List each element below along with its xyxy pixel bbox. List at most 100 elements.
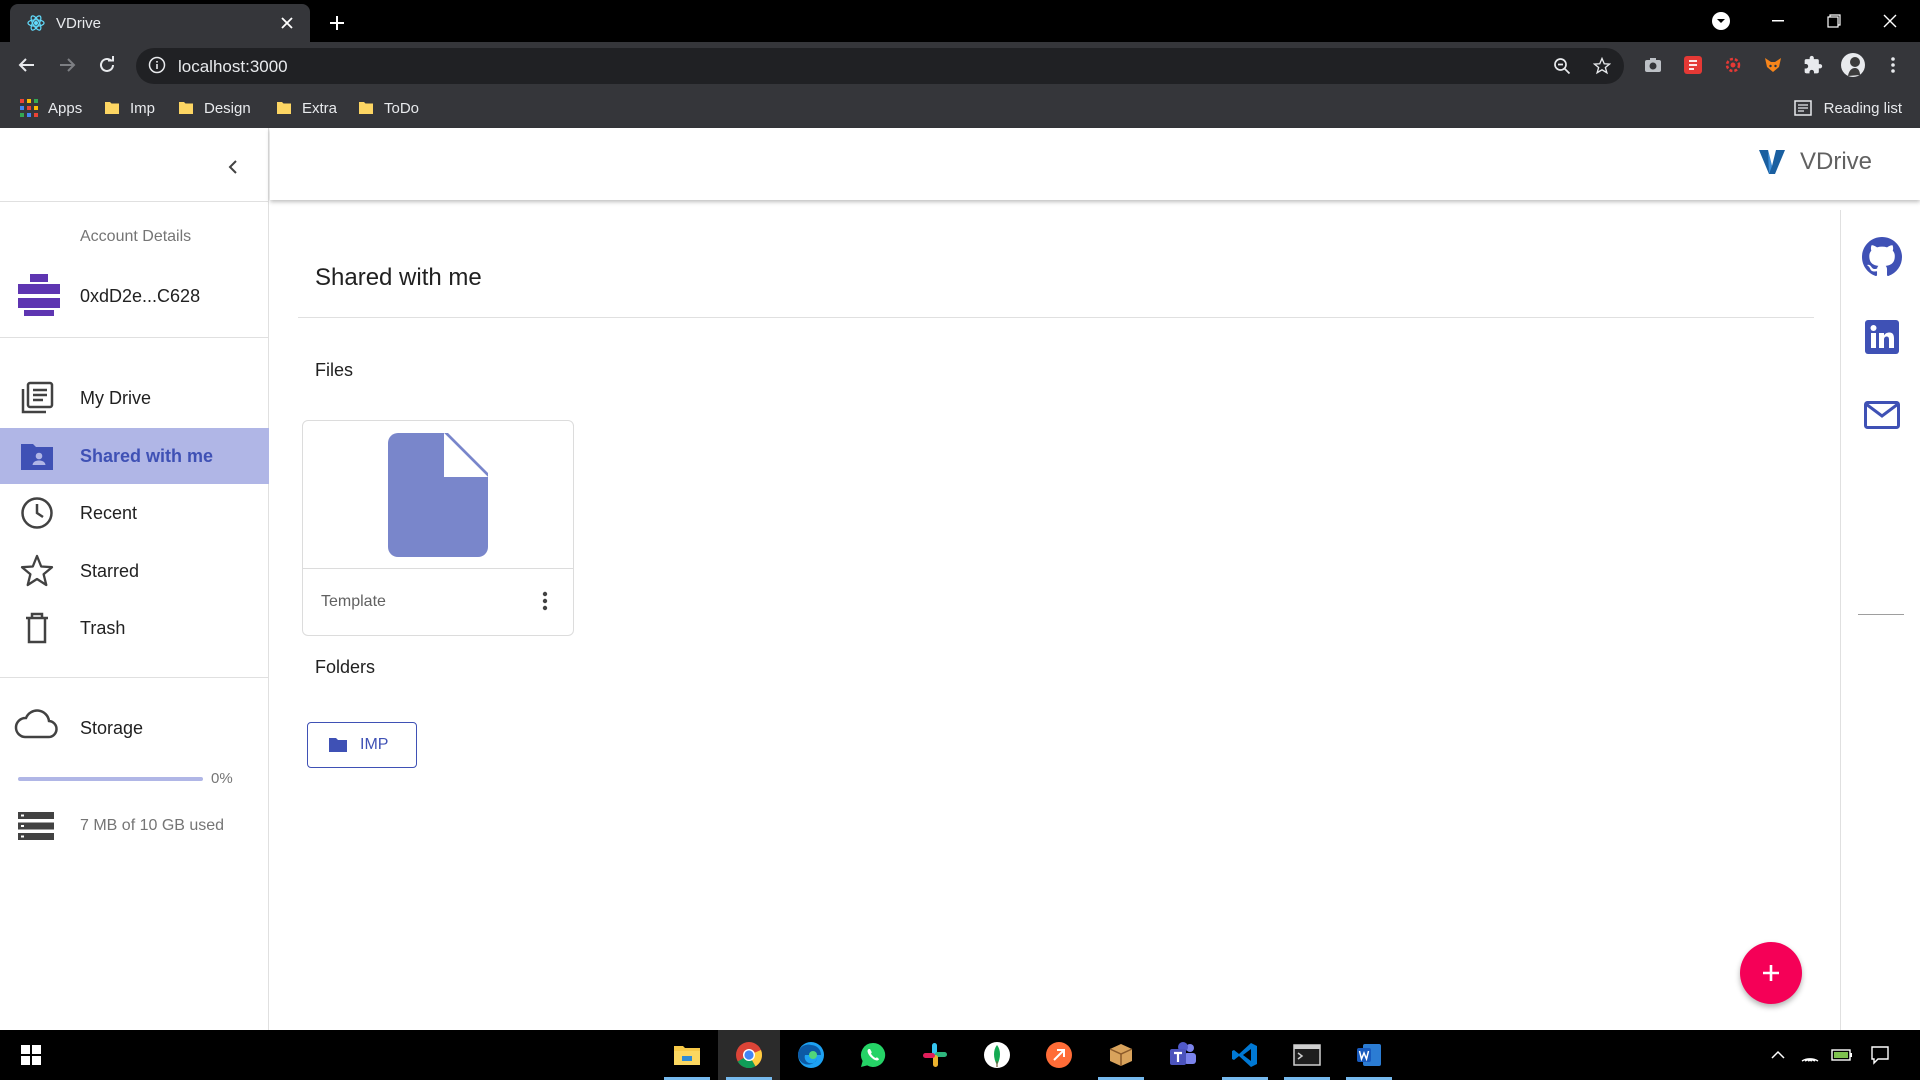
file-icon	[388, 432, 488, 557]
forward-button[interactable]	[52, 50, 82, 80]
close-icon[interactable]	[276, 12, 298, 34]
browser-tabstrip: VDrive	[0, 0, 1920, 42]
edge-icon	[798, 1042, 824, 1068]
apps-grid-icon	[20, 99, 38, 117]
clock-icon	[19, 495, 55, 531]
reading-list-label: Reading list	[1823, 99, 1902, 117]
sidebar-item-starred[interactable]: Starred	[0, 543, 269, 599]
email-link[interactable]	[1861, 394, 1903, 436]
bug-extension-icon[interactable]	[1720, 52, 1746, 78]
battery-icon[interactable]	[1822, 1030, 1862, 1080]
camera-extension-icon[interactable]	[1640, 52, 1666, 78]
sidebar-item-trash[interactable]: Trash	[0, 600, 269, 656]
browser-tab[interactable]: VDrive	[10, 4, 310, 42]
cloud-icon	[14, 708, 58, 740]
address-bar[interactable]: localhost:3000	[136, 48, 1624, 84]
zoom-icon[interactable]	[1550, 54, 1574, 78]
account-address: 0xdD2e...C628	[80, 286, 201, 306]
bookmark-star-icon[interactable]	[1590, 54, 1614, 78]
bookmark-design[interactable]: Design	[172, 94, 257, 122]
nav-label: Shared with me	[80, 445, 214, 466]
bookmark-label: ToDo	[384, 99, 420, 117]
puzzle-extensions-icon[interactable]	[1800, 52, 1826, 78]
github-link[interactable]	[1861, 236, 1903, 278]
nav-label: Recent	[80, 502, 138, 523]
mongodb-compass-app[interactable]	[966, 1030, 1028, 1080]
whatsapp-app[interactable]	[842, 1030, 904, 1080]
brand-name: VDrive	[1799, 148, 1872, 175]
bookmark-todo[interactable]: ToDo	[352, 94, 425, 122]
new-tab-button[interactable]	[322, 8, 352, 38]
chrome-app[interactable]	[718, 1030, 780, 1080]
minimize-button[interactable]	[1750, 0, 1806, 42]
main-content: Shared with me Files Template Folders IM…	[270, 210, 1840, 1030]
bookmarks-bar: Apps Imp Design Extra ToDo Reading list	[0, 88, 1920, 128]
folder-icon	[104, 100, 120, 116]
linkedin-link[interactable]	[1861, 316, 1903, 358]
box-icon	[1109, 1044, 1133, 1066]
red-extension-icon[interactable]	[1680, 52, 1706, 78]
mongodb-leaf-icon	[984, 1042, 1010, 1068]
profile-avatar[interactable]	[1840, 52, 1866, 78]
reload-button[interactable]	[92, 50, 122, 80]
bookmark-label: Imp	[130, 99, 156, 117]
collapse-sidebar-button[interactable]	[218, 152, 248, 182]
folder-icon	[329, 738, 347, 752]
account-details-label: Account Details	[80, 228, 192, 245]
more-vert-icon[interactable]	[533, 589, 557, 613]
folder-chip[interactable]: IMP	[307, 722, 417, 768]
chrome-icon	[736, 1042, 763, 1069]
divider	[0, 337, 269, 338]
window-close-button[interactable]	[1862, 0, 1918, 42]
file-thumbnail	[303, 421, 573, 569]
back-button[interactable]	[12, 50, 42, 80]
terminal-app[interactable]	[1276, 1030, 1338, 1080]
virtualbox-app[interactable]	[1090, 1030, 1152, 1080]
storage-used-text: 7 MB of 10 GB used	[80, 817, 225, 834]
drive-icon	[19, 380, 55, 416]
terminal-icon	[1293, 1044, 1321, 1066]
add-new-button[interactable]	[1740, 942, 1802, 1004]
slack-app[interactable]	[904, 1030, 966, 1080]
tab-search-icon[interactable]	[1710, 10, 1732, 32]
notifications-icon[interactable]	[1860, 1030, 1900, 1080]
sidebar-item-my-drive[interactable]: My Drive	[0, 370, 269, 426]
file-explorer-app[interactable]	[656, 1030, 718, 1080]
sidebar-item-recent[interactable]: Recent	[0, 485, 269, 541]
bookmark-extra[interactable]: Extra	[270, 94, 343, 122]
right-rail	[1840, 210, 1920, 1030]
bookmark-imp[interactable]: Imp	[98, 94, 161, 122]
bookmark-apps[interactable]: Apps	[14, 94, 88, 122]
file-card[interactable]: Template	[302, 420, 574, 636]
account-avatar	[18, 274, 60, 316]
trash-icon	[19, 610, 55, 646]
restore-button[interactable]	[1806, 0, 1862, 42]
nav-label: My Drive	[80, 387, 151, 408]
teams-app[interactable]	[1152, 1030, 1214, 1080]
file-explorer-icon	[674, 1046, 700, 1065]
reading-list-button[interactable]: Reading list	[1793, 94, 1902, 122]
brand[interactable]: VDrive	[1758, 148, 1872, 176]
sidebar-item-shared-with-me[interactable]: Shared with me	[0, 428, 269, 484]
storage-progress-bar	[18, 777, 203, 781]
info-icon[interactable]	[148, 56, 166, 74]
vscode-app[interactable]	[1214, 1030, 1276, 1080]
folder-icon	[178, 100, 194, 116]
divider	[1858, 614, 1904, 615]
folder-icon	[358, 100, 374, 116]
slack-icon	[923, 1043, 947, 1067]
word-app[interactable]	[1338, 1030, 1400, 1080]
files-section-label: Files	[315, 360, 354, 380]
app-header: VDrive	[270, 128, 1920, 200]
whatsapp-icon	[860, 1042, 886, 1067]
shared-folder-icon	[19, 438, 55, 474]
storage-label: Storage	[80, 718, 144, 738]
postman-app[interactable]	[1028, 1030, 1090, 1080]
fox-extension-icon[interactable]	[1760, 52, 1786, 78]
chevron-left-icon	[228, 160, 237, 174]
more-menu-icon[interactable]	[1880, 52, 1906, 78]
storage-stack-icon	[18, 812, 54, 840]
windows-start-button[interactable]	[0, 1030, 62, 1080]
edge-app[interactable]	[780, 1030, 842, 1080]
divider	[298, 317, 1814, 318]
